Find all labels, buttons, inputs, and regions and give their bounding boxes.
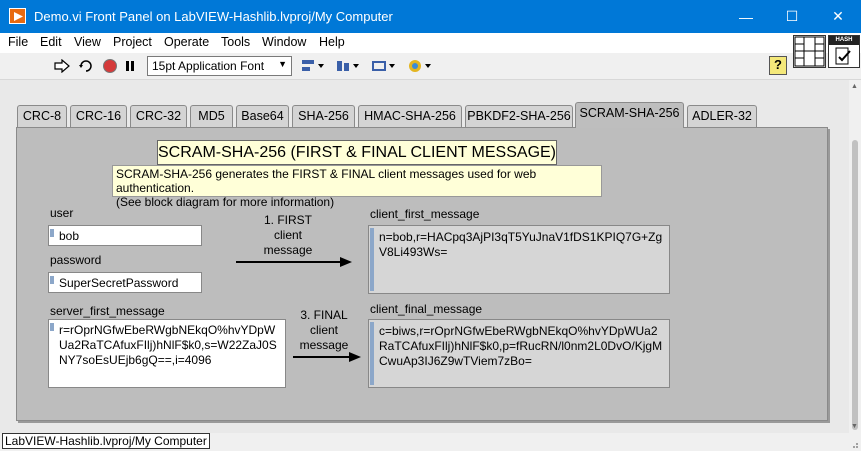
client-final-message-indicator: c=biws,r=rOprNGfwEbeRWgbNEkqO%hvYDpWUa2R… [368, 319, 670, 388]
user-label: user [50, 206, 74, 220]
user-input[interactable]: bob [48, 225, 202, 246]
close-button[interactable]: ✕ [815, 0, 861, 33]
menu-help[interactable]: Help [319, 35, 345, 49]
menu-bar: File Edit View Project Operate Tools Win… [0, 33, 861, 53]
menu-file[interactable]: File [8, 35, 28, 49]
client-first-message-label: client_first_message [370, 207, 480, 221]
step-3-arrow-icon [293, 352, 361, 362]
tab-crc-16[interactable]: CRC-16 [70, 105, 127, 127]
maximize-button[interactable]: ☐ [769, 0, 815, 33]
chevron-down-icon: ▼ [278, 59, 287, 69]
step-1-line-2: client [273, 228, 302, 242]
connector-pane [793, 35, 826, 68]
vi-icon: HASH [828, 35, 860, 68]
resize-grip-icon[interactable] [849, 439, 859, 449]
title-bar: Demo.vi Front Panel on LabVIEW-Hashlib.l… [0, 0, 861, 33]
context-help-button[interactable]: ? [769, 56, 787, 75]
scroll-down-icon[interactable]: ▼ [851, 423, 858, 430]
panel-heading: SCRAM-SHA-256 (FIRST & FINAL CLIENT MESS… [157, 140, 557, 165]
step-3-line-1: 3. FINAL [300, 308, 348, 322]
project-path: LabVIEW-Hashlib.lvproj/My Computer [2, 433, 210, 449]
step-1-line-1: 1. FIRST [263, 213, 312, 227]
step-1-arrow-icon [236, 257, 352, 267]
tab-hmac-sha-256[interactable]: HMAC-SHA-256 [358, 105, 462, 127]
description-line-2: (See block diagram for more information) [116, 195, 335, 209]
tab-adler-32[interactable]: ADLER-32 [687, 105, 757, 127]
toolbar: 15pt Application Font ▼ ? [0, 53, 861, 80]
resize-objects-icon[interactable] [371, 57, 397, 75]
reorder-icon[interactable] [407, 57, 433, 75]
panel-description: SCRAM-SHA-256 generates the FIRST & FINA… [112, 165, 602, 209]
menu-tools[interactable]: Tools [221, 35, 250, 49]
tab-md5[interactable]: MD5 [190, 105, 233, 127]
labview-app-icon [9, 8, 26, 24]
align-objects-icon[interactable] [300, 57, 326, 75]
pause-icon[interactable] [120, 57, 140, 75]
tab-scram-sha-256[interactable]: SCRAM-SHA-256 [575, 102, 684, 128]
password-label: password [50, 253, 102, 267]
vi-icon-label: HASH [829, 36, 859, 45]
menu-operate[interactable]: Operate [164, 35, 209, 49]
font-select-value: 15pt Application Font [152, 59, 265, 73]
description-line-1: SCRAM-SHA-256 generates the FIRST & FINA… [116, 167, 537, 195]
scroll-up-icon[interactable]: ▲ [851, 83, 858, 90]
menu-project[interactable]: Project [113, 35, 152, 49]
step-1-label: 1. FIRST client message [258, 213, 318, 258]
run-continuously-icon[interactable] [76, 57, 96, 75]
client-first-message-indicator: n=bob,r=HACpq3AjPI3qT5YuJnaV1fDS1KPIQ7G+… [368, 225, 670, 294]
tab-crc-32[interactable]: CRC-32 [130, 105, 187, 127]
tab-pbkdf2-sha-256[interactable]: PBKDF2-SHA-256 [465, 105, 573, 127]
scroll-thumb[interactable] [852, 140, 858, 430]
tab-sha-256[interactable]: SHA-256 [292, 105, 355, 127]
client-final-message-label: client_final_message [370, 302, 483, 316]
menu-view[interactable]: View [74, 35, 101, 49]
vertical-scrollbar[interactable]: ▲ ▼ [849, 80, 861, 433]
distribute-objects-icon[interactable] [335, 57, 361, 75]
run-arrow-icon[interactable] [52, 57, 72, 75]
window-title: Demo.vi Front Panel on LabVIEW-Hashlib.l… [34, 9, 393, 24]
menu-edit[interactable]: Edit [40, 35, 62, 49]
server-first-message-label: server_first_message [50, 304, 165, 318]
password-input[interactable]: SuperSecretPassword [48, 272, 202, 293]
tab-crc-8[interactable]: CRC-8 [17, 105, 67, 127]
minimize-button[interactable]: — [723, 0, 769, 33]
document-check-icon [835, 47, 851, 65]
menu-window[interactable]: Window [262, 35, 306, 49]
step-3-label: 3. FINAL client message [294, 308, 354, 353]
server-first-message-input[interactable]: r=rOprNGfwEbeRWgbNEkqO%hvYDpWUa2RaTCAfux… [48, 319, 286, 388]
font-select[interactable]: 15pt Application Font ▼ [147, 56, 292, 76]
tab-base64[interactable]: Base64 [236, 105, 289, 127]
status-bar: LabVIEW-Hashlib.lvproj/My Computer [0, 433, 861, 451]
step-3-line-2: client [309, 323, 338, 337]
abort-icon[interactable] [100, 57, 120, 75]
